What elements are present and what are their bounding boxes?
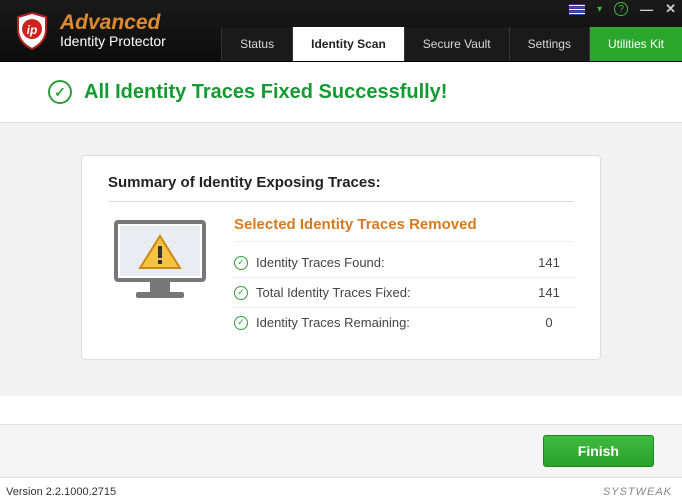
success-message: All Identity Traces Fixed Successfully! xyxy=(84,81,447,104)
finish-button[interactable]: Finish xyxy=(543,435,654,467)
app-logo-icon: ip xyxy=(12,11,52,51)
main-tabs: Status Identity Scan Secure Vault Settin… xyxy=(221,27,682,61)
minimize-icon[interactable]: — xyxy=(640,2,653,17)
content-area: Summary of Identity Exposing Traces: Sel… xyxy=(0,123,682,396)
check-circle-icon: ✓ xyxy=(48,80,72,104)
remain-value: 0 xyxy=(524,315,574,330)
stats: Selected Identity Traces Removed ✓ Ident… xyxy=(234,216,574,337)
close-icon[interactable]: ✕ xyxy=(665,1,676,17)
brand: ip Advanced Identity Protector xyxy=(0,11,166,51)
monitor-warning-icon xyxy=(108,216,212,312)
check-icon: ✓ xyxy=(234,256,248,270)
check-icon: ✓ xyxy=(234,286,248,300)
language-chevron-icon[interactable]: ▾ xyxy=(597,4,602,15)
help-icon[interactable]: ? xyxy=(614,2,628,16)
window-controls: ▾ ? — ✕ xyxy=(569,0,676,18)
bottom-bar: Finish xyxy=(0,424,682,478)
tab-utilities-kit[interactable]: Utilities Kit xyxy=(589,27,682,61)
success-banner: ✓ All Identity Traces Fixed Successfully… xyxy=(0,62,682,123)
version-label: Version 2.2.1000.2715 xyxy=(6,486,116,498)
row-remaining: ✓ Identity Traces Remaining: 0 xyxy=(234,308,574,337)
removed-heading: Selected Identity Traces Removed xyxy=(234,216,574,242)
tab-secure-vault[interactable]: Secure Vault xyxy=(404,27,509,61)
title-bar: ip Advanced Identity Protector ▾ ? — ✕ S… xyxy=(0,0,682,62)
app-subtitle: Identity Protector xyxy=(60,34,166,49)
svg-text:ip: ip xyxy=(27,23,38,37)
tab-settings[interactable]: Settings xyxy=(509,27,589,61)
found-value: 141 xyxy=(524,255,574,270)
fixed-label: Total Identity Traces Fixed: xyxy=(256,285,524,300)
fixed-value: 141 xyxy=(524,285,574,300)
flag-icon[interactable] xyxy=(569,4,585,15)
found-label: Identity Traces Found: xyxy=(256,255,524,270)
tab-status[interactable]: Status xyxy=(221,27,292,61)
check-icon: ✓ xyxy=(234,316,248,330)
watermark: SYSTWEAK xyxy=(603,486,672,498)
summary-title: Summary of Identity Exposing Traces: xyxy=(108,174,574,202)
summary-card: Summary of Identity Exposing Traces: Sel… xyxy=(81,155,601,360)
remain-label: Identity Traces Remaining: xyxy=(256,315,524,330)
row-fixed: ✓ Total Identity Traces Fixed: 141 xyxy=(234,278,574,308)
tab-identity-scan[interactable]: Identity Scan xyxy=(292,27,404,61)
app-name: Advanced xyxy=(60,12,166,34)
row-found: ✓ Identity Traces Found: 141 xyxy=(234,248,574,278)
